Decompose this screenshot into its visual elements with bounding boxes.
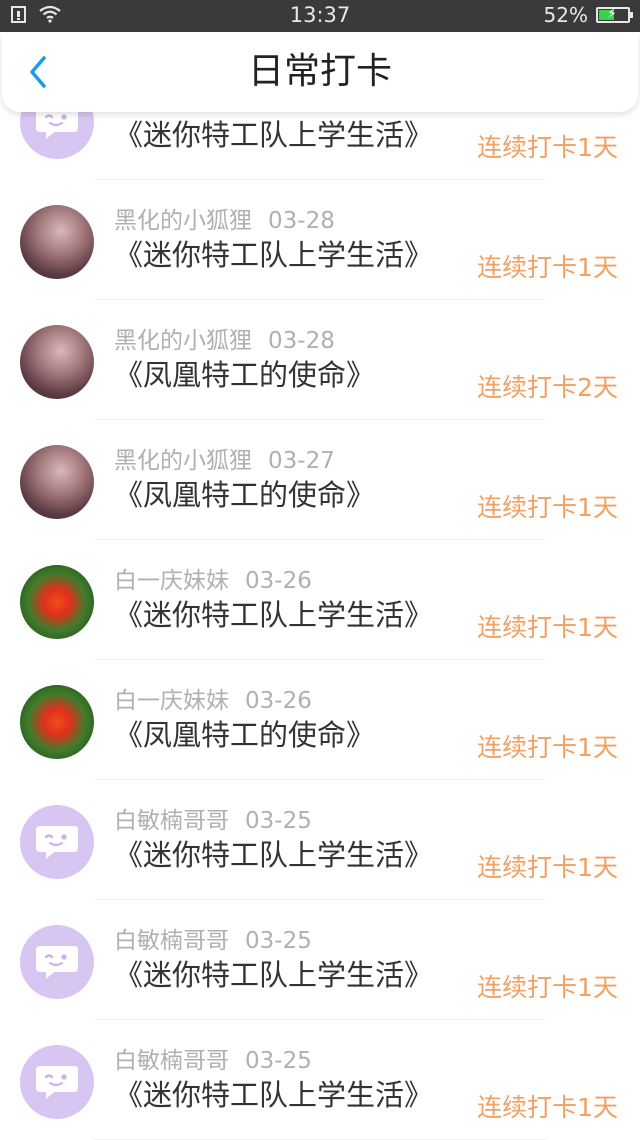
- user-name: 白一庆妹妹: [114, 568, 229, 594]
- user-name: 白敏楠哥哥: [114, 1048, 229, 1074]
- status-bar: 13:37 52% ⚡: [0, 0, 640, 32]
- course-title: 《迷你特工队上学生活》: [114, 838, 434, 872]
- battery-icon: ⚡: [596, 6, 633, 23]
- item-meta: 白敏楠哥哥 03-25: [114, 801, 312, 835]
- checkin-date: 03-28: [268, 208, 335, 234]
- back-button[interactable]: [20, 50, 60, 94]
- checkin-date: 03-27: [268, 448, 335, 474]
- list-item[interactable]: 白敏楠哥哥 03-25 《迷你特工队上学生活》 连续打卡1天: [0, 1020, 640, 1140]
- item-meta: 黑化的小狐狸 03-27: [114, 441, 335, 475]
- course-title: 《迷你特工队上学生活》: [114, 118, 434, 152]
- avatar[interactable]: [20, 565, 94, 639]
- user-name: 黑化的小狐狸: [114, 328, 252, 354]
- chat-bubble-icon[interactable]: [20, 805, 94, 879]
- streak-label: 连续打卡1天: [477, 493, 618, 522]
- item-meta: 白一庆妹妹 03-26: [114, 561, 312, 595]
- checkin-date: 03-25: [245, 1048, 312, 1074]
- user-name: 黑化的小狐狸: [114, 208, 252, 234]
- list-item[interactable]: 黑化的小狐狸 03-28 《凤凰特工的使命》 连续打卡2天: [0, 300, 640, 420]
- chat-bubble-icon[interactable]: [20, 925, 94, 999]
- streak-label: 连续打卡1天: [477, 253, 618, 282]
- streak-label: 连续打卡1天: [477, 733, 618, 762]
- item-meta: 黑化的小狐狸 03-28: [114, 201, 335, 235]
- list-item[interactable]: 白一庆妹妹 03-26 《迷你特工队上学生活》 连续打卡1天: [0, 540, 640, 660]
- avatar[interactable]: [20, 205, 94, 279]
- avatar[interactable]: [20, 445, 94, 519]
- avatar[interactable]: [20, 325, 94, 399]
- list-item[interactable]: 白敏楠哥哥 03-25 《迷你特工队上学生活》 连续打卡1天: [0, 780, 640, 900]
- course-title: 《凤凰特工的使命》: [114, 718, 376, 752]
- list-item[interactable]: 黑化的小狐狸 03-28 《迷你特工队上学生活》 连续打卡1天: [0, 180, 640, 300]
- streak-label: 连续打卡1天: [477, 133, 618, 162]
- streak-label: 连续打卡1天: [477, 613, 618, 642]
- course-title: 《凤凰特工的使命》: [114, 478, 376, 512]
- user-name: 白敏楠哥哥: [114, 928, 229, 954]
- battery-percent: 52%: [543, 3, 588, 27]
- course-title: 《迷你特工队上学生活》: [114, 958, 434, 992]
- user-name: 白一庆妹妹: [114, 688, 229, 714]
- item-meta: 白敏楠哥哥 03-25: [114, 921, 312, 955]
- nav-header: 日常打卡: [2, 32, 638, 112]
- list-item[interactable]: 白敏楠哥哥 03-25 《迷你特工队上学生活》 连续打卡1天: [0, 900, 640, 1020]
- streak-label: 连续打卡2天: [477, 373, 618, 402]
- checkin-date: 03-28: [268, 328, 335, 354]
- list-item[interactable]: 黑化的小狐狸 03-27 《凤凰特工的使命》 连续打卡1天: [0, 420, 640, 540]
- course-title: 《迷你特工队上学生活》: [114, 1078, 434, 1112]
- checkin-date: 03-26: [245, 688, 312, 714]
- list-item[interactable]: 白一庆妹妹 03-26 《凤凰特工的使命》 连续打卡1天: [0, 660, 640, 780]
- streak-label: 连续打卡1天: [477, 853, 618, 882]
- course-title: 《凤凰特工的使命》: [114, 358, 376, 392]
- avatar[interactable]: [20, 685, 94, 759]
- chat-bubble-icon[interactable]: [20, 1045, 94, 1119]
- user-name: 黑化的小狐狸: [114, 448, 252, 474]
- checkin-list[interactable]: 《迷你特工队上学生活》 连续打卡1天 黑化的小狐狸 03-28 《迷你特工队上学生活》连…: [0, 0, 640, 1140]
- checkin-date: 03-25: [245, 808, 312, 834]
- item-meta: 白敏楠哥哥 03-25: [114, 1041, 312, 1075]
- checkin-date: 03-26: [245, 568, 312, 594]
- page-title: 日常打卡: [247, 51, 392, 92]
- chevron-left-icon: [30, 56, 46, 88]
- item-meta: 白一庆妹妹 03-26: [114, 681, 312, 715]
- item-meta: 黑化的小狐狸 03-28: [114, 321, 335, 355]
- streak-label: 连续打卡1天: [477, 1093, 618, 1122]
- course-title: 《迷你特工队上学生活》: [114, 238, 434, 272]
- streak-label: 连续打卡1天: [477, 973, 618, 1002]
- course-title: 《迷你特工队上学生活》: [114, 598, 434, 632]
- user-name: 白敏楠哥哥: [114, 808, 229, 834]
- checkin-date: 03-25: [245, 928, 312, 954]
